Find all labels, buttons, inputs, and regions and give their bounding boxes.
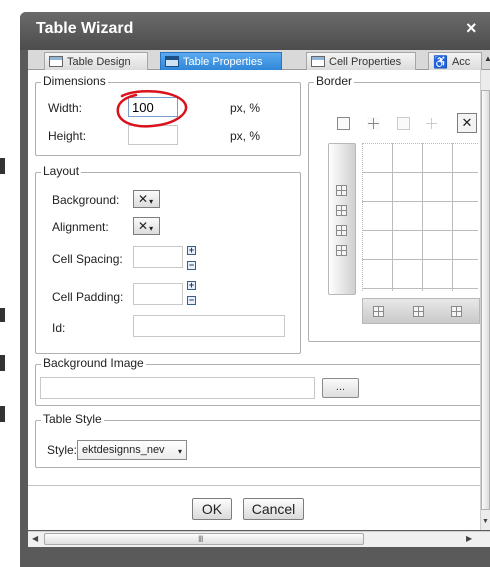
border-left-toolbar bbox=[328, 143, 356, 295]
width-unit: px, % bbox=[230, 101, 261, 115]
width-label: Width: bbox=[48, 101, 83, 115]
dropdown-caret-icon: ▾ bbox=[177, 447, 182, 456]
dropdown-caret-icon: ▾ bbox=[149, 196, 154, 206]
style-select[interactable]: ektdesignns_nev ▾ bbox=[77, 440, 187, 460]
table-style-legend: Table Style bbox=[41, 412, 104, 426]
tab-label: Cell Properties bbox=[329, 55, 402, 68]
border-none-icon[interactable]: ✕ bbox=[457, 113, 477, 133]
cell-padding-input[interactable] bbox=[133, 283, 183, 305]
tab-label: Table Design bbox=[67, 55, 131, 68]
layout-legend: Layout bbox=[41, 164, 82, 178]
background-label: Background: bbox=[52, 193, 120, 207]
alignment-button[interactable]: ✕ ▾ bbox=[133, 217, 160, 235]
table-properties-icon bbox=[165, 56, 179, 67]
row-merge-icon[interactable] bbox=[336, 225, 347, 236]
background-color-button[interactable]: ✕ ▾ bbox=[133, 190, 160, 208]
color-none-icon: ✕ bbox=[138, 192, 149, 206]
background-page-fragment bbox=[0, 308, 5, 322]
ok-button[interactable]: OK bbox=[192, 498, 232, 520]
horizontal-scrollbar-thumb[interactable] bbox=[44, 533, 364, 545]
border-all-icon[interactable] bbox=[337, 117, 350, 130]
cell-spacing-input[interactable] bbox=[133, 246, 183, 268]
scrollbar-grip-icon: III bbox=[198, 534, 203, 544]
vertical-scrollbar-thumb[interactable] bbox=[481, 90, 490, 510]
alignment-label: Alignment: bbox=[52, 220, 109, 234]
tab-label: Acc bbox=[451, 55, 471, 68]
style-label: Style: bbox=[47, 443, 78, 457]
dialog-title: Table Wizard bbox=[36, 20, 134, 37]
row-split-icon[interactable] bbox=[336, 205, 347, 216]
annotation-circle bbox=[116, 90, 188, 128]
tab-cell-properties[interactable]: Cell Properties bbox=[306, 52, 416, 70]
column-insert-icon[interactable] bbox=[373, 306, 384, 317]
cell-spacing-label: Cell Spacing: bbox=[52, 252, 123, 266]
style-select-value: ektdesignns_nev bbox=[82, 444, 165, 456]
cell-padding-minus-icon[interactable]: − bbox=[187, 296, 196, 305]
cancel-button[interactable]: Cancel bbox=[243, 498, 304, 520]
footer-divider bbox=[28, 485, 490, 486]
cell-properties-icon bbox=[311, 56, 325, 67]
tab-label: Table Properties bbox=[183, 55, 263, 68]
border-legend: Border bbox=[314, 74, 355, 88]
tab-table-design[interactable]: Table Design bbox=[44, 52, 148, 70]
tab-accessibility[interactable]: ♿ Acc bbox=[428, 52, 482, 70]
border-inner-light-icon[interactable] bbox=[425, 117, 438, 130]
height-label: Height: bbox=[48, 129, 87, 143]
cell-padding-plus-icon[interactable]: + bbox=[187, 281, 196, 290]
background-image-legend: Background Image bbox=[41, 356, 146, 370]
cell-spacing-minus-icon[interactable]: − bbox=[187, 261, 196, 270]
scroll-left-arrow-icon[interactable]: ◀ bbox=[32, 534, 38, 543]
cell-padding-label: Cell Padding: bbox=[52, 290, 124, 304]
background-page-fragment bbox=[0, 158, 5, 174]
scroll-right-arrow-icon[interactable]: ▶ bbox=[466, 534, 472, 543]
tab-table-properties[interactable]: Table Properties bbox=[160, 52, 282, 70]
table-grid-preview[interactable] bbox=[362, 143, 478, 291]
browse-button[interactable]: ... bbox=[322, 378, 359, 398]
table-design-icon bbox=[49, 56, 63, 67]
border-outer-icon[interactable] bbox=[397, 117, 410, 130]
background-image-input[interactable] bbox=[40, 377, 315, 399]
row-delete-icon[interactable] bbox=[336, 245, 347, 256]
dimensions-legend: Dimensions bbox=[41, 74, 108, 88]
background-page-fragment bbox=[0, 406, 5, 422]
id-input[interactable] bbox=[133, 315, 285, 337]
close-icon[interactable]: × bbox=[466, 18, 477, 39]
alignment-none-icon: ✕ bbox=[138, 219, 149, 233]
column-merge-icon[interactable] bbox=[451, 306, 462, 317]
border-inner-icon[interactable] bbox=[367, 117, 380, 130]
id-label: Id: bbox=[52, 321, 66, 335]
background-page-fragment bbox=[0, 355, 5, 371]
tab-scroll-arrow-icon[interactable]: ▲ bbox=[484, 54, 490, 63]
column-split-icon[interactable] bbox=[413, 306, 424, 317]
accessibility-icon: ♿ bbox=[433, 54, 448, 69]
height-unit: px, % bbox=[230, 129, 261, 143]
scroll-down-arrow-icon[interactable]: ▼ bbox=[482, 518, 489, 525]
row-insert-icon[interactable] bbox=[336, 185, 347, 196]
dropdown-caret-icon: ▾ bbox=[149, 223, 154, 233]
cell-spacing-plus-icon[interactable]: + bbox=[187, 246, 196, 255]
